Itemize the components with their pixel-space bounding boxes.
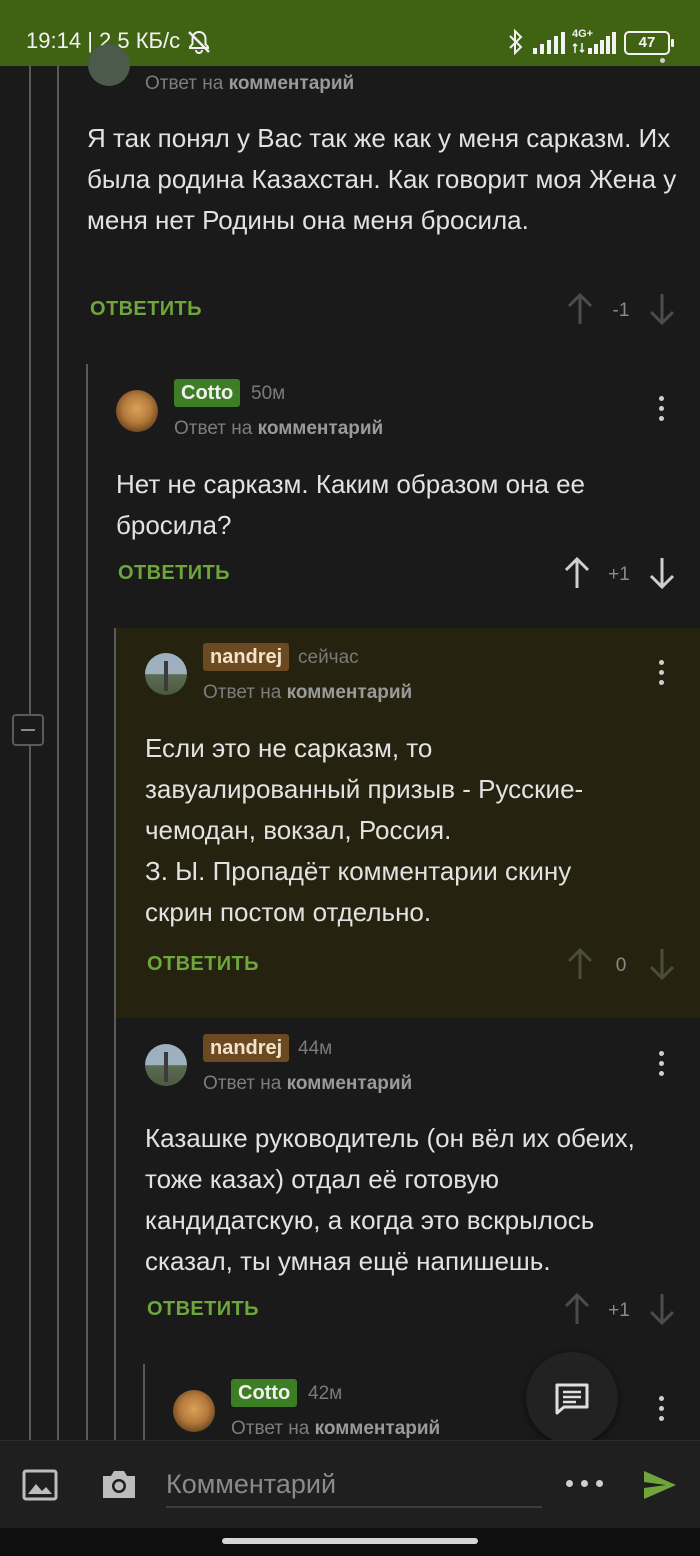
reply-to-prefix: Ответ на (203, 682, 282, 703)
reply-to-text: Ответ на комментарий (174, 418, 383, 440)
comment-time: 42м (308, 1383, 343, 1404)
battery-cap (671, 39, 674, 47)
comment-score: +1 (608, 564, 630, 585)
home-indicator[interactable] (222, 1538, 478, 1544)
avatar[interactable] (173, 1390, 215, 1432)
avatar-figure (164, 661, 168, 691)
thread-line (29, 66, 31, 716)
avatar[interactable] (145, 653, 187, 695)
avatar-figure (164, 1052, 168, 1082)
upvote-icon[interactable] (563, 556, 591, 590)
comment-line: З. Ы. Пропадёт комментарии скину (145, 856, 572, 886)
battery-level: 47 (638, 34, 656, 51)
chat-icon (555, 1383, 589, 1415)
reply-button[interactable]: ОТВЕТИТЬ (90, 298, 202, 321)
kebab-icon[interactable] (659, 396, 665, 426)
author-name[interactable]: nandrej (203, 1034, 290, 1062)
comment-line: чемодан, вокзал, Россия. (145, 815, 452, 845)
reply-to-link[interactable]: комментарий (229, 73, 355, 94)
downvote-icon[interactable] (648, 556, 676, 590)
comment-score: 0 (615, 955, 627, 976)
comment-line: скрин постом отдельно. (145, 897, 432, 927)
battery-icon: 47 (624, 31, 674, 55)
author-name[interactable]: nandrej (203, 643, 290, 671)
comment-input-placeholder: Комментарий (166, 1469, 337, 1499)
avatar[interactable] (116, 390, 158, 432)
downvote-icon[interactable] (648, 947, 676, 981)
reply-to-link[interactable]: комментарий (315, 1418, 441, 1439)
reply-to-link[interactable]: комментарий (287, 682, 413, 703)
comment-time: 44м (298, 1038, 333, 1059)
reply-to-text: Ответ на комментарий (145, 73, 354, 95)
comment-time: сейчас (298, 647, 359, 668)
collapse-icon[interactable] (12, 714, 44, 746)
comment-score: +1 (608, 1300, 630, 1321)
reply-button[interactable]: ОТВЕТИТЬ (147, 953, 259, 976)
data-arrows-icon (572, 42, 585, 54)
reply-to-link[interactable]: комментарий (258, 418, 384, 439)
comment-line: завуалированный призыв - Русские- (145, 774, 584, 804)
reply-to-prefix: Ответ на (231, 1418, 310, 1439)
avatar[interactable] (145, 1044, 187, 1086)
signal-icon (533, 32, 565, 54)
bluetooth-icon (509, 28, 523, 56)
upvote-icon[interactable] (566, 292, 594, 326)
avatar[interactable] (88, 44, 130, 86)
kebab-icon[interactable] (659, 1051, 665, 1081)
downvote-icon[interactable] (648, 1292, 676, 1326)
reply-button[interactable]: ОТВЕТИТЬ (147, 1298, 259, 1321)
comment-time: 50м (251, 383, 286, 404)
status-time: 19:14 (26, 28, 82, 53)
comment-input[interactable]: Комментарий (166, 1466, 542, 1508)
reply-to-text: Ответ на комментарий (203, 1073, 412, 1095)
mute-icon (188, 30, 210, 54)
comment-text: Если это не сарказм, то завуалированный … (145, 728, 665, 933)
comment-line: Если это не сарказм, то (145, 733, 433, 763)
reply-to-link[interactable]: комментарий (287, 1073, 413, 1094)
comment-text: Я так понял у Вас так же как у меня сарк… (87, 123, 677, 235)
kebab-icon[interactable] (660, 58, 666, 68)
kebab-icon[interactable] (659, 1396, 665, 1426)
author-name[interactable]: Cotto (231, 1379, 298, 1407)
image-icon[interactable] (22, 1469, 58, 1501)
upvote-icon[interactable] (566, 947, 594, 981)
thread-line (86, 364, 88, 1440)
reply-button[interactable]: ОТВЕТИТЬ (118, 562, 230, 585)
thread-line (57, 66, 59, 1440)
author-name[interactable]: Cotto (174, 379, 241, 407)
reply-to-text: Ответ на комментарий (203, 682, 412, 704)
kebab-icon[interactable] (659, 660, 665, 690)
camera-icon[interactable] (100, 1467, 138, 1501)
reply-to-prefix: Ответ на (203, 1073, 282, 1094)
downvote-icon[interactable] (648, 292, 676, 326)
thread-line (143, 1364, 145, 1440)
comment-text: Казашке руководитель (он вёл их обеих, т… (145, 1123, 635, 1276)
reply-to-prefix: Ответ на (174, 418, 253, 439)
send-icon[interactable] (642, 1469, 678, 1501)
more-icon[interactable] (566, 1478, 606, 1488)
chat-button[interactable] (526, 1352, 618, 1444)
comment-text: Нет не сарказм. Каким образом она ее бро… (116, 469, 586, 540)
signal-2-icon (588, 32, 616, 54)
reply-to-prefix: Ответ на (145, 73, 224, 94)
reply-to-text: Ответ на комментарий (231, 1418, 440, 1440)
comment-score: -1 (612, 300, 630, 321)
collapse-minus (21, 729, 35, 731)
thread-line (29, 746, 31, 1440)
upvote-icon[interactable] (563, 1292, 591, 1326)
